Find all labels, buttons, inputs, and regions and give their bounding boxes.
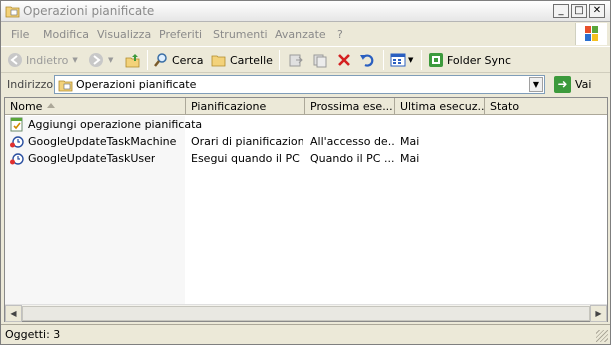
column-label: Prossima ese... (310, 100, 393, 113)
up-folder-icon (125, 54, 140, 68)
column-header-nome[interactable]: Nome (5, 98, 186, 115)
toolbar-separator (279, 50, 280, 70)
scheduled-task-icon (10, 153, 24, 165)
task-schedule: Esegui quando il PC ... (191, 152, 303, 165)
resize-grip-icon[interactable] (596, 330, 608, 342)
menu-visualizza[interactable]: Visualizza (97, 28, 151, 41)
sort-ascending-icon (47, 103, 55, 108)
task-next-run: All'accesso de... (310, 135, 394, 148)
horizontal-scrollbar[interactable]: ◀ ▶ (5, 304, 607, 322)
copy-to-icon (313, 54, 327, 68)
address-bar: Indirizzo Operazioni pianificate ▼ ➜ Vai (1, 72, 610, 96)
scheduled-task-icon (10, 136, 24, 148)
column-header-ultima-esecuzione[interactable]: Ultima esecuz... (395, 98, 485, 115)
undo-icon (360, 54, 374, 67)
forward-dropdown-icon[interactable]: ▼ (108, 56, 113, 64)
back-label: Indietro (26, 53, 69, 67)
folders-label: Cartelle (230, 53, 273, 67)
column-header-prossima-esecuzione[interactable]: Prossima ese... (305, 98, 395, 115)
folder-sync-button[interactable]: Folder Sync (428, 51, 511, 69)
table-row[interactable]: GoogleUpdateTaskMachine Orari di pianifi… (5, 133, 605, 150)
move-to-icon (289, 54, 303, 67)
menu-avanzate[interactable]: Avanzate (275, 28, 326, 41)
back-arrow-icon (8, 53, 22, 67)
toolbar-separator (421, 50, 422, 70)
folder-sync-icon (429, 53, 443, 67)
status-bar: Oggetti: 3 (1, 324, 610, 344)
object-count: Oggetti: 3 (5, 328, 61, 341)
undo-button[interactable] (359, 51, 375, 69)
scroll-right-icon[interactable]: ▶ (590, 305, 607, 322)
folder-sync-label: Folder Sync (447, 53, 512, 67)
menu-file[interactable]: File (11, 28, 29, 41)
task-last-run: Mai (400, 135, 420, 148)
scrollbar-thumb[interactable] (22, 306, 590, 321)
minimize-button[interactable]: _ (553, 4, 569, 18)
windows-logo-icon (575, 23, 607, 45)
task-name: GoogleUpdateTaskUser (28, 152, 156, 165)
back-dropdown-icon[interactable]: ▼ (72, 56, 77, 64)
menu-preferiti[interactable]: Preferiti (159, 28, 202, 41)
column-header-pianificazione[interactable]: Pianificazione (186, 98, 305, 115)
delete-button[interactable] (336, 51, 352, 69)
address-dropdown-icon[interactable]: ▼ (529, 77, 543, 92)
task-name: GoogleUpdateTaskMachine (28, 135, 177, 148)
add-task-icon (10, 117, 23, 132)
views-dropdown-icon[interactable]: ▼ (408, 56, 413, 64)
address-label: Indirizzo (7, 78, 54, 91)
task-last-run: Mai (400, 152, 420, 165)
column-label: Stato (490, 100, 520, 113)
toolbar-separator (383, 50, 384, 70)
column-label: Ultima esecuz... (400, 100, 485, 113)
forward-button[interactable]: ▼ (88, 51, 113, 69)
explorer-window: Operazioni pianificate _ □ ✕ File Modifi… (0, 0, 611, 345)
views-icon (390, 53, 406, 67)
move-to-button[interactable] (288, 51, 304, 69)
folders-button[interactable]: Cartelle (211, 51, 273, 69)
task-schedule: Orari di pianificazione... (191, 135, 303, 148)
up-folder-button[interactable] (125, 51, 141, 69)
go-label: Vai (575, 78, 592, 91)
forward-arrow-icon (89, 53, 103, 67)
menu-bar: File Modifica Visualizza Preferiti Strum… (1, 23, 610, 46)
search-label: Cerca (172, 53, 204, 67)
go-button[interactable]: ➜ Vai (554, 76, 591, 93)
window-title: Operazioni pianificate (23, 4, 155, 18)
folders-icon (211, 55, 226, 67)
search-icon (154, 53, 167, 67)
back-button[interactable]: Indietro ▼ (7, 51, 78, 69)
title-bar[interactable]: Operazioni pianificate _ □ ✕ (1, 1, 610, 22)
menu-modifica[interactable]: Modifica (43, 28, 89, 41)
address-value: Operazioni pianificate (76, 78, 197, 91)
list-header: Nome Pianificazione Prossima ese... Ulti… (5, 98, 607, 115)
address-input[interactable]: Operazioni pianificate ▼ (54, 75, 545, 94)
go-arrow-icon: ➜ (554, 76, 571, 93)
search-button[interactable]: Cerca (153, 51, 204, 69)
scheduled-tasks-folder-icon (58, 80, 73, 92)
table-row[interactable]: GoogleUpdateTaskUser Esegui quando il PC… (5, 150, 605, 167)
menu-help[interactable]: ? (337, 28, 343, 41)
column-header-stato[interactable]: Stato (485, 98, 607, 115)
close-button[interactable]: ✕ (589, 4, 605, 18)
task-name: Aggiungi operazione pianificata (28, 118, 203, 131)
copy-to-button[interactable] (312, 51, 328, 69)
list-item-add-task[interactable]: Aggiungi operazione pianificata (5, 116, 605, 133)
scheduled-tasks-folder-icon (5, 6, 20, 18)
views-button[interactable]: ▼ (390, 51, 413, 69)
column-label: Nome (10, 100, 43, 113)
toolbar-separator (147, 50, 148, 70)
toolbar: Indietro ▼ ▼ Cerca Cartelle ▼ Folder Syn… (1, 46, 610, 72)
column-label: Pianificazione (191, 100, 267, 113)
menu-strumenti[interactable]: Strumenti (213, 28, 268, 41)
maximize-button[interactable]: □ (571, 4, 587, 18)
delete-icon (338, 54, 350, 66)
task-list-view[interactable]: Nome Pianificazione Prossima ese... Ulti… (4, 97, 608, 322)
task-next-run: Quando il PC ... (310, 152, 394, 165)
scroll-left-icon[interactable]: ◀ (5, 305, 22, 322)
